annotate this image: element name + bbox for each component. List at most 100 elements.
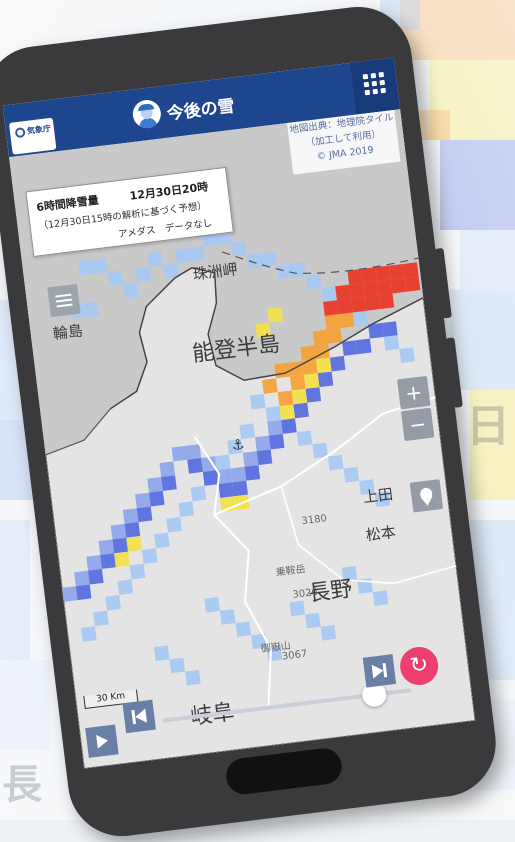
snow-cell	[390, 277, 407, 294]
place-label: 松本	[364, 522, 397, 545]
snow-cell	[343, 467, 360, 483]
snow-cell	[74, 570, 90, 587]
snow-cell	[218, 482, 235, 498]
snow-cell	[78, 259, 94, 276]
snow-cell	[376, 279, 393, 296]
snow-cell	[277, 390, 294, 407]
snow-cell	[267, 419, 283, 436]
logo-text: 気象庁	[26, 123, 52, 136]
snow-cell	[147, 477, 163, 493]
snow-cell	[349, 282, 365, 299]
locate-button[interactable]	[409, 479, 444, 513]
snow-cell	[296, 430, 313, 447]
snow-cell	[185, 669, 201, 686]
snow-cell	[312, 329, 329, 346]
snow-cell	[88, 568, 104, 585]
snow-cell	[129, 563, 146, 580]
refresh-icon: ↻	[408, 651, 430, 680]
snow-cell	[335, 284, 351, 301]
snow-cell	[75, 584, 92, 601]
snow-cell	[249, 393, 266, 410]
snow-cell	[289, 600, 306, 617]
snow-cell	[117, 579, 134, 596]
snow-cell	[352, 310, 369, 327]
snow-cell	[185, 444, 202, 460]
snow-cell	[403, 262, 419, 278]
page-title: 今後の雪	[165, 96, 236, 125]
snow-cell	[378, 293, 395, 310]
snow-cell	[389, 263, 405, 280]
snow-cell	[244, 465, 261, 481]
skip-forward-button[interactable]	[362, 654, 397, 688]
snowman-icon	[131, 98, 163, 130]
snow-cell	[363, 281, 379, 297]
zoom-out-button[interactable]: −	[400, 407, 435, 442]
jma-logo[interactable]: 気象庁	[8, 117, 57, 155]
snow-cell	[262, 378, 278, 394]
snow-cell	[256, 449, 273, 466]
snow-cell	[80, 626, 97, 642]
snow-cell	[219, 609, 236, 625]
snow-cell	[112, 537, 129, 554]
snow-cell	[100, 553, 116, 569]
snow-cell	[342, 340, 358, 356]
snow-cell	[399, 347, 415, 363]
anchor-icon: ⚓	[231, 437, 245, 454]
home-button[interactable]	[224, 746, 344, 797]
snow-cell	[98, 539, 115, 556]
snow-cell	[274, 362, 290, 379]
snow-cell	[324, 314, 341, 330]
snow-cell	[147, 251, 164, 267]
snow-cell	[323, 300, 339, 316]
snow-cell	[204, 596, 220, 613]
snow-cell	[242, 451, 259, 467]
snow-cell	[61, 586, 78, 602]
snow-cell	[375, 265, 391, 282]
snow-cell	[276, 263, 292, 280]
snow-cell	[202, 470, 219, 486]
snow-cell	[364, 295, 381, 311]
snow-cell	[383, 335, 400, 351]
snow-cell	[190, 485, 207, 502]
snow-cell	[93, 610, 109, 627]
snow-cell	[281, 418, 297, 434]
background-text-2: 長	[2, 761, 42, 808]
snow-cell	[288, 360, 304, 377]
skip-back-button[interactable]	[122, 699, 156, 734]
snow-cell	[293, 402, 309, 419]
layer-menu-button[interactable]	[47, 283, 81, 318]
snow-cell	[320, 624, 337, 641]
snow-cell	[326, 328, 343, 344]
snow-cell	[187, 458, 203, 474]
snow-cell	[122, 508, 139, 524]
tab-snow-24h-2[interactable]: 24h	[358, 746, 396, 769]
snow-cell	[141, 548, 158, 564]
snow-cell	[107, 270, 124, 286]
snow-cell	[255, 435, 271, 452]
snow-map[interactable]: ⚓ 地図出典：地理院タイル （加工して利用） © JMA 2019 6時間降雪量…	[9, 109, 476, 769]
snow-cell	[372, 590, 389, 606]
screen: 気象庁 今後の雪 ⚓ 地図出典：地理院タイル （加工して利用） © JMA 20	[2, 57, 476, 769]
tab-snow-6h-2[interactable]: 6h	[411, 740, 450, 769]
snow-cell	[338, 312, 355, 329]
snow-cell	[361, 267, 377, 283]
snow-cell	[171, 445, 188, 462]
snow-cell	[289, 374, 306, 391]
snow-cell	[302, 359, 318, 375]
snow-cell	[315, 357, 332, 374]
snow-cell	[175, 247, 192, 264]
zoom-in-button[interactable]: +	[397, 375, 431, 410]
snow-cell	[231, 241, 247, 257]
snow-cell	[303, 373, 320, 389]
grid-menu-button[interactable]	[350, 57, 401, 115]
snow-cell	[135, 492, 151, 509]
location-pin-icon	[420, 487, 433, 506]
play-button[interactable]	[85, 724, 119, 758]
snow-cell	[265, 406, 282, 422]
snow-cell	[268, 433, 285, 450]
snow-cell	[154, 532, 170, 549]
snow-cell	[159, 461, 176, 478]
place-label: 上田	[362, 484, 395, 507]
snow-cell	[347, 269, 364, 285]
snow-cell	[230, 466, 247, 483]
